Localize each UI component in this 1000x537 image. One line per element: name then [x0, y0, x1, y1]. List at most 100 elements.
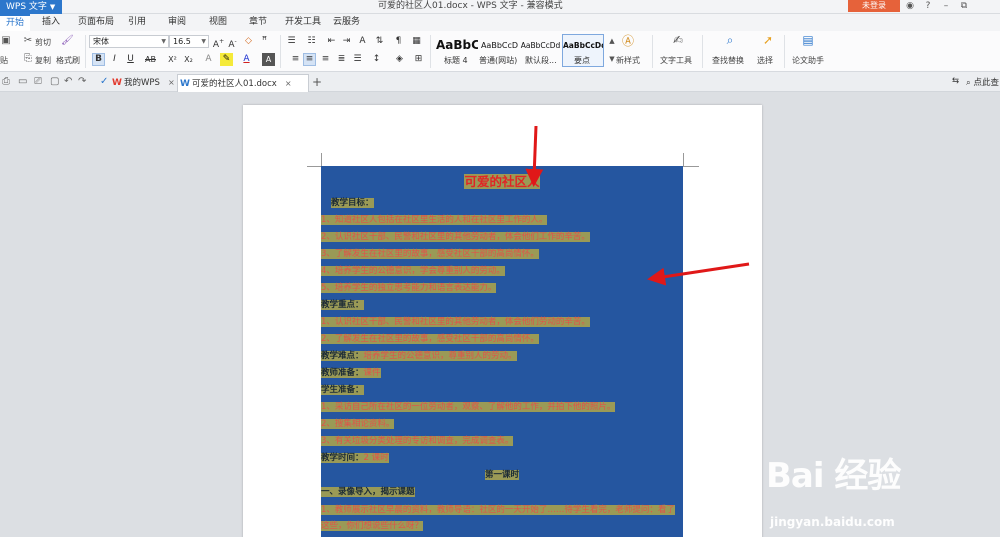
bold-button[interactable]: B — [92, 53, 105, 66]
find-replace-button[interactable]: 查找替换 — [712, 55, 744, 66]
shading-icon[interactable]: ◈ — [393, 53, 406, 66]
align-right-icon[interactable]: ≡ — [319, 53, 332, 66]
new-style-icon[interactable]: Ⓐ — [622, 35, 634, 47]
strikethrough-button[interactable]: AB — [144, 53, 157, 66]
paragraph: 第一课时 — [321, 470, 683, 481]
wps-logo-icon: W — [112, 78, 122, 88]
format-painter-button[interactable]: 格式刷 — [56, 55, 80, 66]
watermark-url: jingyan.baidu.com — [770, 515, 895, 529]
style-preview-web[interactable]: AaBbCcD — [479, 34, 520, 57]
tab-page-layout[interactable]: 页面布局 — [78, 14, 114, 31]
essay-assistant-icon[interactable]: ▤ — [802, 34, 814, 46]
distribute-icon[interactable]: ☰ — [351, 53, 364, 66]
numbered-list-icon[interactable]: ☷ — [305, 35, 318, 48]
superscript-button[interactable]: X² — [166, 53, 179, 66]
style-preview-default[interactable]: AaBbCcDd — [520, 34, 561, 57]
tab-chapter[interactable]: 章节 — [249, 14, 267, 31]
save-icon[interactable]: ⎙ — [2, 76, 10, 88]
font-color-button[interactable]: A — [240, 53, 253, 66]
text-tools-button[interactable]: 文字工具 — [660, 55, 692, 66]
copy-button[interactable]: 复制 — [35, 55, 51, 66]
grow-font-icon[interactable]: A+ — [212, 35, 225, 50]
selected-text-block[interactable]: 可爱的社区人 教学目标： 1、知道社区人包括在社区里生活的人和在社区里工作的人。… — [321, 166, 683, 537]
chevron-down-icon: ▼ — [49, 3, 56, 11]
undo-icon[interactable]: ↶ — [64, 76, 72, 88]
find-replace-icon[interactable]: ⌕ — [724, 34, 736, 46]
format-painter-icon[interactable]: 🖌 — [61, 35, 74, 47]
paragraph: 1、教师展示社区早晨的资料，教师导语：社区的一天开始了……待学生看完，老师提问：… — [321, 502, 683, 534]
italic-button[interactable]: I — [108, 53, 121, 66]
table-icon[interactable]: ▦ — [410, 35, 423, 48]
align-center-icon[interactable]: ≡ — [303, 53, 316, 66]
justify-icon[interactable]: ≣ — [335, 53, 348, 66]
document-page[interactable]: 可爱的社区人 教学目标： 1、知道社区人包括在社区里生活的人和在社区里工作的人。… — [243, 105, 762, 537]
borders-icon[interactable]: ⊞ — [412, 53, 425, 66]
show-marks-icon[interactable]: ¶ — [392, 35, 405, 48]
paragraph-text: 第一课时 — [484, 470, 519, 480]
style-preview-heading4[interactable]: AaBbC — [436, 34, 478, 57]
tab-home[interactable]: 开始 — [0, 14, 31, 31]
text-effect-button[interactable]: A — [202, 53, 215, 66]
app-menu-button[interactable]: WPS 文字 ▼ — [0, 0, 62, 14]
restore-icon[interactable]: ⧉ — [958, 0, 970, 13]
increase-indent-icon[interactable]: ⇥ — [340, 35, 353, 48]
select-cursor-icon[interactable]: ➚ — [762, 34, 774, 46]
close-icon[interactable]: × — [285, 79, 292, 88]
tab-insert[interactable]: 插入 — [42, 14, 60, 31]
tab-view[interactable]: 视图 — [209, 14, 227, 31]
new-tab-icon[interactable]: + — [312, 75, 322, 89]
tab-list-icon[interactable]: ⇆ — [952, 76, 959, 86]
line-spacing-icon[interactable]: ↕ — [370, 53, 383, 66]
help-icon[interactable]: ? — [922, 0, 934, 13]
chevron-down-icon: ▼ — [161, 38, 166, 45]
tab-current-document[interactable]: W 可爱的社区人01.docx × — [177, 74, 309, 92]
scissors-icon[interactable]: ✂ — [22, 35, 34, 47]
tab-references[interactable]: 引用 — [128, 14, 146, 31]
paragraph: 教学时间：2 课时 — [321, 453, 683, 464]
decrease-indent-icon[interactable]: ⇤ — [325, 35, 338, 48]
open-icon[interactable]: ▭ — [18, 76, 27, 88]
phonetic-icon[interactable]: ꟸ — [258, 35, 271, 48]
shrink-font-icon[interactable]: A- — [226, 35, 239, 50]
paragraph-text: 5、培养学生的独立思考能力和语言表达能力。 — [321, 283, 497, 293]
skin-icon[interactable]: ◉ — [904, 0, 916, 13]
paste-label[interactable]: 贴 — [0, 55, 8, 66]
window-title: 可爱的社区人01.docx - WPS 文字 - 兼容模式 — [378, 1, 563, 11]
minimize-icon[interactable]: – — [940, 0, 952, 13]
font-name-select[interactable]: 宋体 ▼ — [89, 35, 169, 48]
gallery-scroll-up-icon[interactable]: ▲ — [606, 35, 618, 47]
chinese-layout-icon[interactable]: A — [356, 35, 369, 48]
search-hint[interactable]: ⌕ 点此查 — [966, 76, 999, 88]
text-tools-icon[interactable]: ✍ — [672, 34, 684, 46]
paragraph-text: 4、培养学生的公德意识，学会尊重别人的劳动。 — [321, 266, 505, 276]
subscript-button[interactable]: X₂ — [182, 53, 195, 66]
clear-format-icon[interactable]: ◇ — [242, 35, 255, 48]
char-shading-icon[interactable]: A — [262, 53, 275, 66]
redo-icon[interactable]: ↷ — [78, 76, 86, 88]
highlight-icon[interactable]: ✎ — [220, 53, 233, 66]
window-controls: ◉ ? – ⧉ — [904, 0, 970, 13]
sort-icon[interactable]: ⇅ — [373, 35, 386, 48]
essay-assistant-button[interactable]: 论文助手 — [792, 55, 824, 66]
pin-icon[interactable]: ✓ — [100, 76, 108, 88]
close-icon[interactable]: × — [168, 78, 175, 87]
copy-icon[interactable]: ⎘ — [22, 53, 34, 65]
tab-my-wps[interactable]: W 我的WPS × — [110, 74, 176, 92]
tab-cloud[interactable]: 云服务 — [333, 14, 360, 31]
print-icon[interactable]: ⎚ — [34, 76, 42, 88]
align-left-icon[interactable]: ≡ — [289, 53, 302, 66]
preview-icon[interactable]: ▢ — [50, 76, 59, 88]
tab-developer[interactable]: 开发工具 — [285, 14, 321, 31]
font-size-select[interactable]: 16.5 ▼ — [169, 35, 209, 48]
cut-button[interactable]: 剪切 — [35, 37, 51, 48]
login-button[interactable]: 未登录 — [848, 0, 900, 12]
tab-review[interactable]: 审阅 — [168, 14, 186, 31]
writer-doc-icon: W — [180, 79, 190, 89]
underline-button[interactable]: U — [124, 53, 137, 66]
paste-icon[interactable]: ▣ — [0, 35, 12, 47]
new-style-button[interactable]: 新样式 — [616, 55, 640, 66]
divider — [784, 35, 785, 68]
select-button[interactable]: 选择 — [757, 55, 773, 66]
bullet-list-icon[interactable]: ☰ — [285, 35, 298, 48]
paragraph-text: 课件 — [363, 368, 381, 378]
